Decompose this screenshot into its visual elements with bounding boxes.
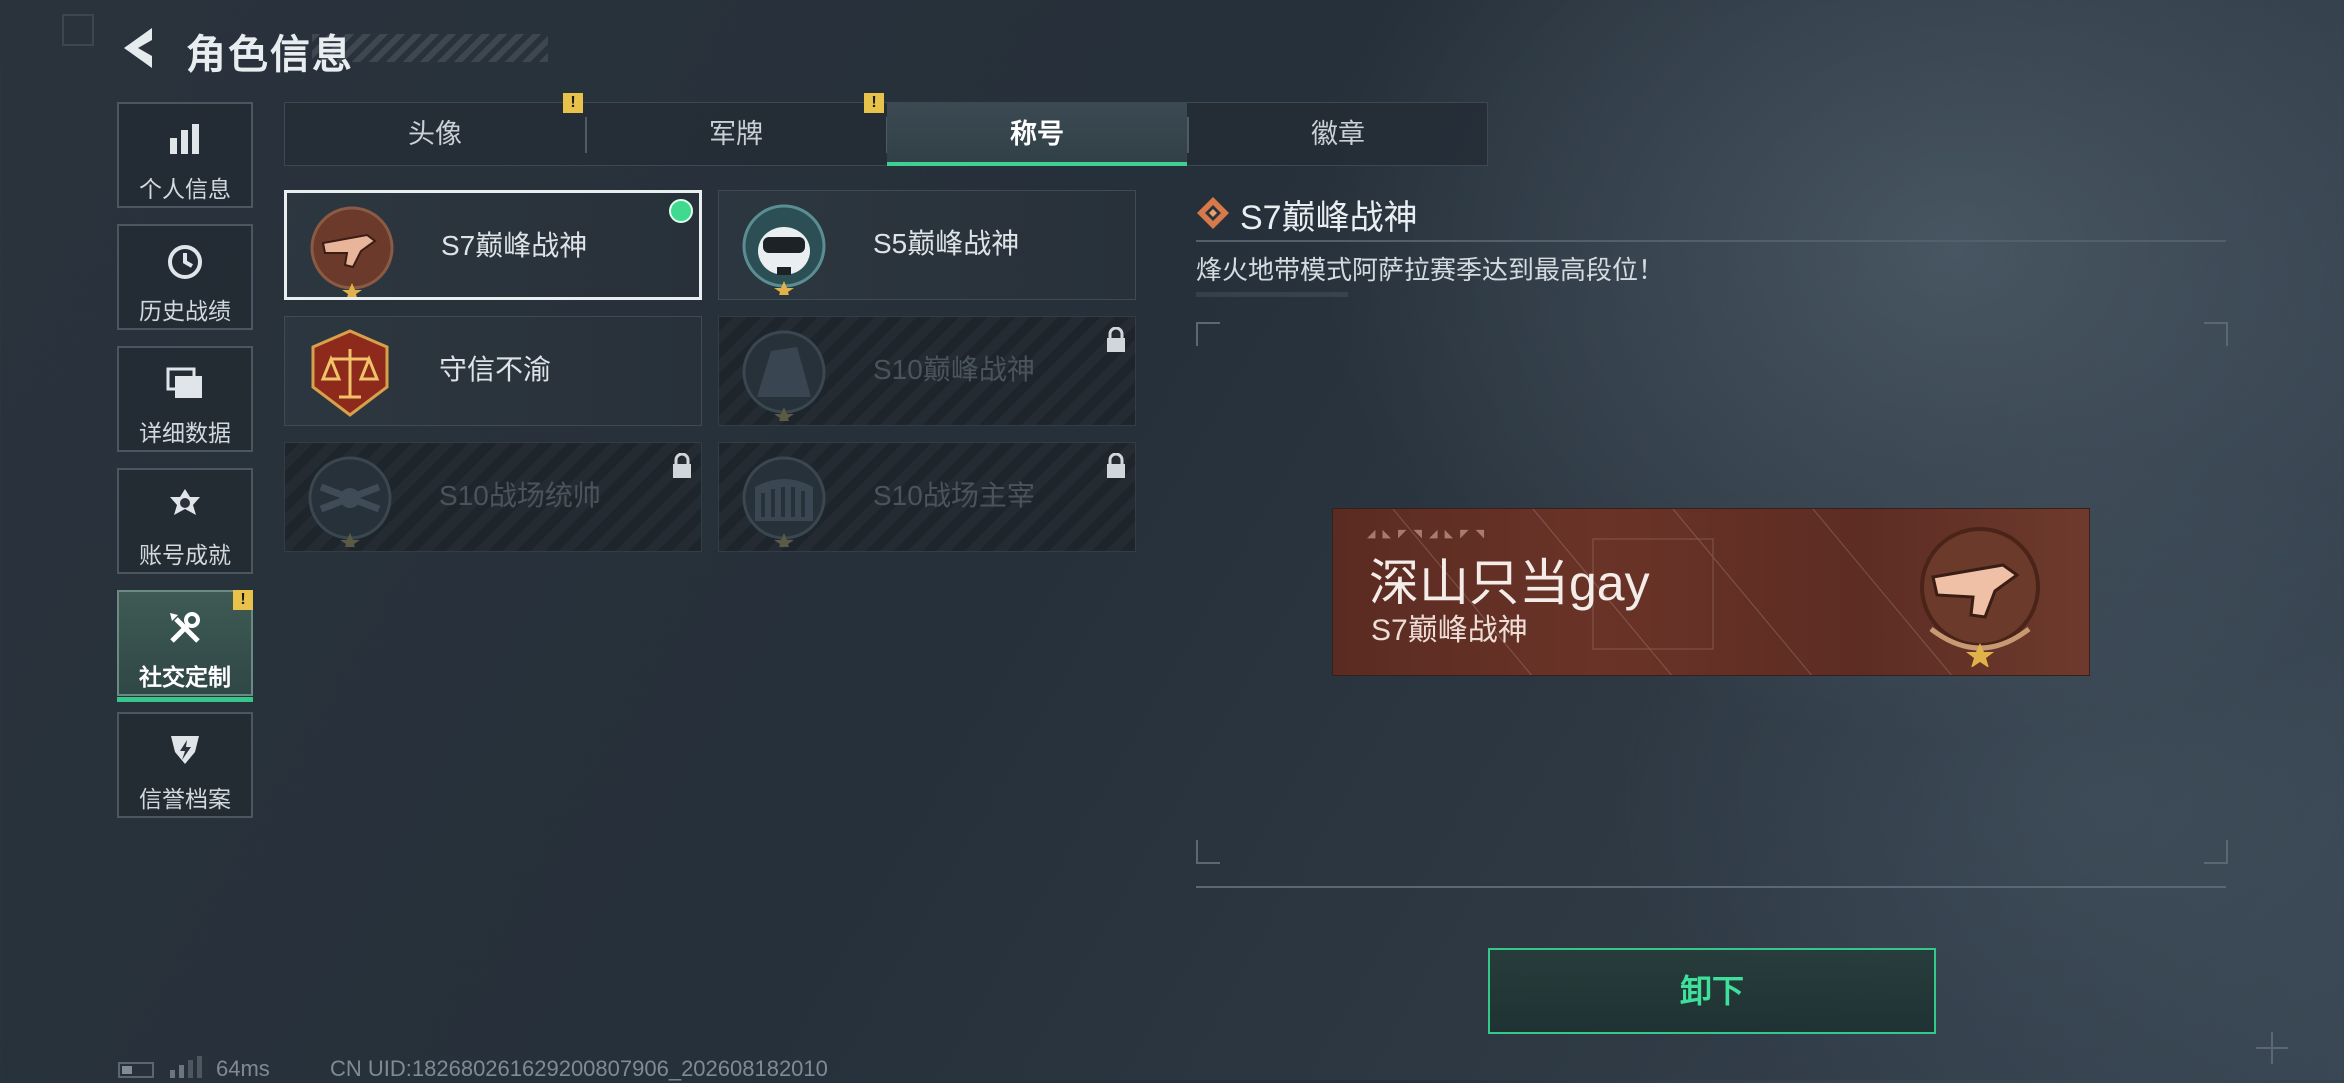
title-name: S10巅峰战神 [873,354,1035,385]
s10-colosseum-emblem-icon [737,453,831,551]
s5-skull-emblem-icon [737,201,831,299]
sidebar-item-profile[interactable]: 个人信息 [117,102,253,208]
decorative-text-strip [1196,292,1348,297]
tab-title[interactable]: 称号 [887,103,1187,166]
bar-chart-icon [165,120,205,160]
sidebar-item-label: 账号成就 [139,542,231,568]
active-indicator [117,697,253,702]
divider [1196,886,2226,888]
sidebar-item-social[interactable]: 社交定制 ! [117,590,253,702]
battery-icon [118,1062,154,1078]
page-title: 角色信息 [186,33,354,77]
sidebar-item-history[interactable]: 历史战绩 [117,224,253,330]
credit-shield-icon [165,730,205,770]
nameplate-decoration: ◢ ◣ ◤ ◥ ◢ ◣ ◤ ◥ [1367,528,1487,540]
sidebar-item-credit[interactable]: 信誉档案 [117,712,253,818]
title-card-s5-peak-god[interactable]: S5巅峰战神 [718,190,1136,300]
back-arrow-icon[interactable] [118,24,162,72]
tab-avatar[interactable]: 头像 [285,103,585,165]
lock-icon [1105,326,1127,353]
title-name: 守信不渝 [439,354,552,385]
lock-icon [1105,452,1127,479]
sidebar-item-label: 信誉档案 [139,786,231,812]
signal-icon [170,1056,202,1078]
lock-icon [671,452,693,479]
unequip-button[interactable]: 卸下 [1488,948,1936,1034]
detail-description: 烽火地带模式阿萨拉赛季达到最高段位！ [1196,255,1665,285]
crosshair-icon [2254,1030,2290,1066]
preview-frame-corner [2204,840,2228,864]
tab-bar: 头像 军牌 称号 徽章 [284,102,1488,166]
title-card-s10-dominator[interactable]: S10战场主宰 [718,442,1136,552]
preview-frame-corner [1196,322,1220,346]
sidebar-item-label: 个人信息 [139,176,231,202]
equipped-indicator [669,199,693,223]
divider [1196,240,2226,242]
ping-value: 64ms [216,1056,270,1081]
title-name: S10战场统帅 [439,480,601,511]
s10-drone-emblem-icon [303,453,397,551]
sidebar-item-details[interactable]: 详细数据 [117,346,253,452]
sidebar-item-label: 社交定制 [139,664,231,690]
title-card-s10-commander[interactable]: S10战场统帅 [284,442,702,552]
title-card-trustworthy[interactable]: 守信不渝 [284,316,702,426]
tab-badge[interactable]: 徽章 [1188,103,1488,165]
title-diamond-icon [1196,196,1230,230]
player-title: S7巅峰战神 [1371,614,1528,647]
nameplate-preview: ◢ ◣ ◤ ◥ ◢ ◣ ◤ ◥ 深山只当gay S7巅峰战神 [1332,508,2090,676]
justice-scales-emblem-icon [303,327,397,421]
s10-monument-emblem-icon [737,327,831,425]
folder-stack-icon [165,364,205,404]
sidebar-item-label: 历史战绩 [139,298,231,324]
corner-mark [62,14,94,46]
title-name: S7巅峰战神 [441,230,588,261]
title-name: S5巅峰战神 [873,228,1020,259]
warning-badge: ! [864,93,884,113]
s7-smg-emblem-icon [305,203,399,301]
warning-badge: ! [233,590,253,610]
tools-wrench-icon [165,608,205,648]
title-card-s10-peak-god[interactable]: S10巅峰战神 [718,316,1136,426]
warning-badge: ! [563,93,583,113]
tab-dogtag[interactable]: 军牌 [586,103,886,165]
title-name: S10战场主宰 [873,480,1035,511]
user-uid: CN UID:1826802616292008079​06_2026081820… [330,1056,828,1081]
history-clock-icon [165,242,205,282]
achievement-medal-icon [165,486,205,526]
detail-title: S7巅峰战神 [1240,199,1418,237]
preview-frame-corner [2204,322,2228,346]
sidebar-item-achievements[interactable]: 账号成就 [117,468,253,574]
preview-frame-corner [1196,840,1220,864]
title-card-s7-peak-god[interactable]: S7巅峰战神 [284,190,702,301]
sidebar-item-label: 详细数据 [139,420,231,446]
s7-smg-emblem-icon [1905,517,2055,668]
